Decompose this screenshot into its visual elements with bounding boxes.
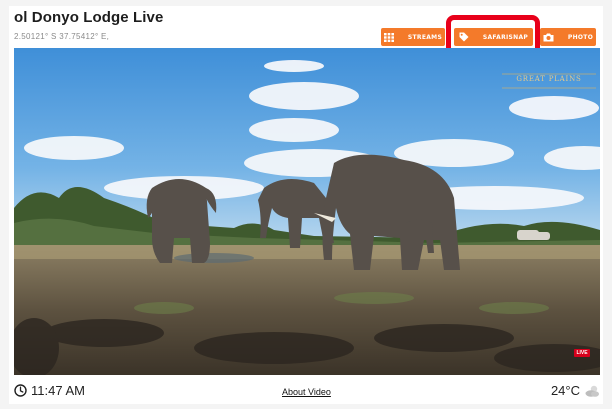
camera-icon xyxy=(543,33,554,41)
clock: 11:47 AM xyxy=(14,383,85,398)
about-video-link[interactable]: About Video xyxy=(282,387,331,397)
temperature: 24°C xyxy=(550,383,580,398)
live-video-player[interactable]: GREAT PLAINS xyxy=(14,48,600,375)
photo-label: PHOTO xyxy=(567,33,594,41)
location-coordinates: 2.50121° S 37.75412° E, xyxy=(14,32,110,41)
weather: 24°C xyxy=(551,383,600,398)
partly-cloudy-icon xyxy=(585,385,599,397)
photo-button[interactable]: PHOTO xyxy=(540,28,596,46)
live-badge: LIVE xyxy=(574,349,590,357)
watermark-text: GREAT PLAINS xyxy=(516,75,581,83)
streams-button[interactable]: STREAMS xyxy=(381,28,445,46)
page-title: ol Donyo Lodge Live xyxy=(14,9,164,26)
local-time: 11:47 AM xyxy=(31,383,85,398)
video-frame: GREAT PLAINS xyxy=(14,48,600,375)
page: ol Donyo Lodge Live 2.50121° S 37.75412°… xyxy=(0,0,612,409)
streams-label: STREAMS xyxy=(407,33,443,41)
clock-icon xyxy=(14,384,27,397)
grid-icon xyxy=(383,32,394,42)
footer: 11:47 AM About Video 24°C xyxy=(14,380,600,402)
